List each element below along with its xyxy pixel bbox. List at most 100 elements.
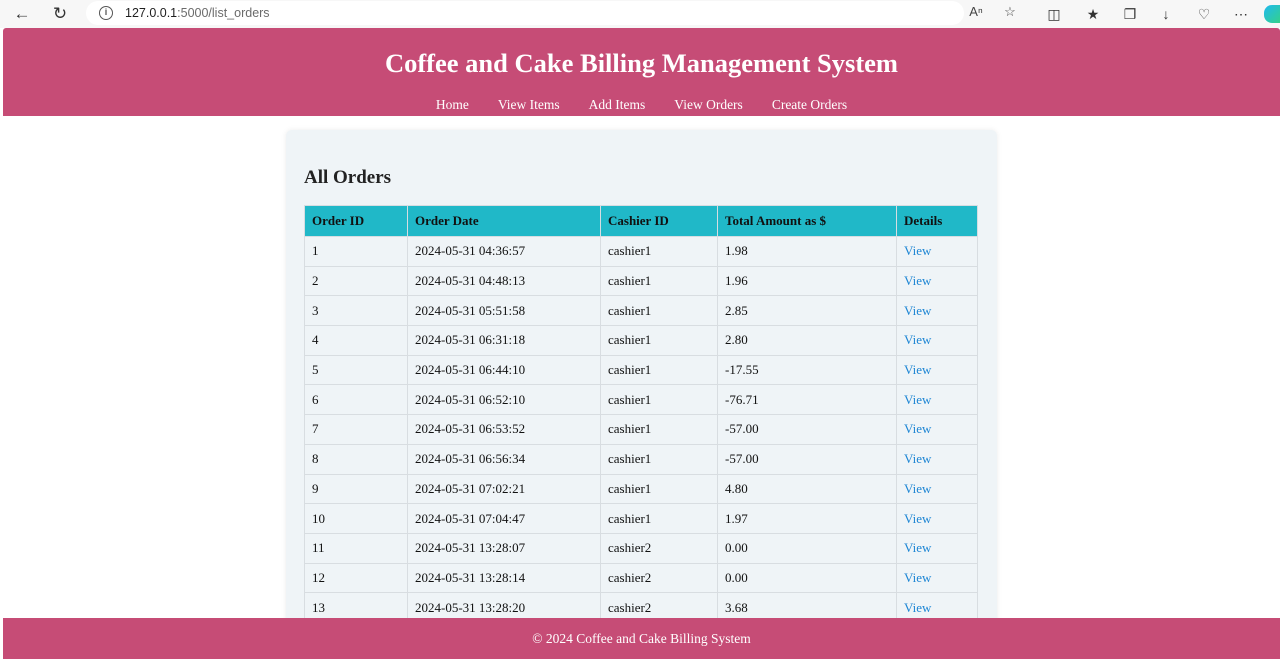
view-details-link[interactable]: View: [896, 532, 978, 564]
order-id-cell: 3: [304, 295, 408, 327]
orders-table: Order ID Order Date Cashier ID Total Amo…: [304, 205, 978, 623]
copilot-icon[interactable]: [1264, 5, 1280, 23]
table-row: 7 2024-05-31 06:53:52 cashier1 -57.00 View: [304, 414, 978, 445]
url-text: 127.0.0.1:5000/list_orders: [125, 6, 270, 20]
download-icon[interactable]: ↓: [1155, 3, 1177, 25]
section-title: All Orders: [304, 167, 392, 188]
address-bar[interactable]: i 127.0.0.1:5000/list_orders: [86, 1, 964, 25]
view-details-link[interactable]: View: [896, 562, 978, 594]
url-host: 127.0.0.1: [125, 6, 178, 20]
order-id-cell: 12: [304, 562, 408, 594]
order-id-cell: 8: [304, 443, 408, 475]
total-amount-cell: 0.00: [717, 562, 897, 594]
order-date-cell: 2024-05-31 06:31:18: [407, 325, 601, 356]
order-id-cell: 4: [304, 325, 408, 356]
order-date-cell: 2024-05-31 06:56:34: [407, 443, 601, 475]
order-id-cell: 7: [304, 414, 408, 445]
split-screen-icon[interactable]: ◫: [1043, 3, 1065, 25]
table-row: 4 2024-05-31 06:31:18 cashier1 2.80 View: [304, 325, 978, 356]
view-details-link[interactable]: View: [896, 384, 978, 416]
order-id-cell: 1: [304, 236, 408, 267]
column-header-order-id: Order ID: [304, 205, 408, 237]
more-menu-icon[interactable]: ⋯: [1230, 3, 1252, 25]
reload-icon[interactable]: ↻: [48, 2, 72, 26]
table-header-row: Order ID Order Date Cashier ID Total Amo…: [304, 205, 978, 237]
view-details-link[interactable]: View: [896, 265, 978, 297]
page-title: Coffee and Cake Billing Management Syste…: [384, 48, 899, 78]
order-id-cell: 10: [304, 503, 408, 534]
total-amount-cell: 1.96: [717, 265, 897, 297]
total-amount-cell: -17.55: [717, 354, 897, 386]
view-details-link[interactable]: View: [896, 236, 978, 267]
browser-toolbar: ← ↻ i 127.0.0.1:5000/list_orders Aⁿ ☆ ◫ …: [0, 0, 1280, 28]
order-date-cell: 2024-05-31 07:04:47: [407, 503, 601, 534]
order-date-cell: 2024-05-31 05:51:58: [407, 295, 601, 327]
browser-essentials-icon[interactable]: ♡: [1193, 3, 1215, 25]
order-id-cell: 11: [304, 532, 408, 564]
order-date-cell: 2024-05-31 04:48:13: [407, 265, 601, 297]
table-row: 3 2024-05-31 05:51:58 cashier1 2.85 View: [304, 295, 978, 327]
cashier-id-cell: cashier1: [600, 503, 718, 534]
total-amount-cell: -57.00: [717, 443, 897, 475]
column-header-cashier-id: Cashier ID: [600, 205, 718, 237]
order-id-cell: 6: [304, 384, 408, 416]
table-row: 11 2024-05-31 13:28:07 cashier2 0.00 View: [304, 532, 978, 564]
cashier-id-cell: cashier1: [600, 295, 718, 327]
site-info-icon[interactable]: i: [99, 6, 113, 20]
order-id-cell: 9: [304, 473, 408, 505]
site-footer: © 2024 Coffee and Cake Billing System: [3, 618, 1280, 659]
footer-text: © 2024 Coffee and Cake Billing System: [532, 631, 751, 646]
view-details-link[interactable]: View: [896, 354, 978, 386]
cashier-id-cell: cashier2: [600, 532, 718, 564]
order-date-cell: 2024-05-31 04:36:57: [407, 236, 601, 267]
order-date-cell: 2024-05-31 06:52:10: [407, 384, 601, 416]
table-row: 10 2024-05-31 07:04:47 cashier1 1.97 View: [304, 503, 978, 534]
cashier-id-cell: cashier1: [600, 384, 718, 416]
total-amount-cell: 4.80: [717, 473, 897, 505]
orders-card: All Orders Order ID Order Date Cashier I…: [286, 130, 997, 650]
nav-add-items[interactable]: Add Items: [589, 97, 646, 113]
column-header-order-date: Order Date: [407, 205, 601, 237]
cashier-id-cell: cashier1: [600, 265, 718, 297]
table-row: 9 2024-05-31 07:02:21 cashier1 4.80 View: [304, 473, 978, 505]
order-date-cell: 2024-05-31 06:53:52: [407, 414, 601, 445]
favorite-star-icon[interactable]: ☆: [1000, 4, 1020, 20]
order-date-cell: 2024-05-31 06:44:10: [407, 354, 601, 386]
table-row: 8 2024-05-31 06:56:34 cashier1 -57.00 View: [304, 443, 978, 475]
table-row: 1 2024-05-31 04:36:57 cashier1 1.98 View: [304, 236, 978, 267]
view-details-link[interactable]: View: [896, 414, 978, 445]
cashier-id-cell: cashier2: [600, 562, 718, 594]
nav-view-orders[interactable]: View Orders: [674, 97, 743, 113]
column-header-details: Details: [896, 205, 978, 237]
order-date-cell: 2024-05-31 07:02:21: [407, 473, 601, 505]
view-details-link[interactable]: View: [896, 473, 978, 505]
back-arrow-icon[interactable]: ←: [10, 2, 34, 26]
order-date-cell: 2024-05-31 13:28:14: [407, 562, 601, 594]
cashier-id-cell: cashier1: [600, 354, 718, 386]
read-aloud-icon[interactable]: Aⁿ: [966, 4, 986, 19]
nav-create-orders[interactable]: Create Orders: [772, 97, 847, 113]
collections-icon[interactable]: ❐: [1119, 3, 1141, 25]
total-amount-cell: 0.00: [717, 532, 897, 564]
site-header: Coffee and Cake Billing Management Syste…: [3, 28, 1280, 116]
order-id-cell: 2: [304, 265, 408, 297]
cashier-id-cell: cashier1: [600, 325, 718, 356]
table-row: 6 2024-05-31 06:52:10 cashier1 -76.71 View: [304, 384, 978, 416]
table-row: 5 2024-05-31 06:44:10 cashier1 -17.55 View: [304, 354, 978, 386]
cashier-id-cell: cashier1: [600, 414, 718, 445]
total-amount-cell: -76.71: [717, 384, 897, 416]
column-header-total-amount: Total Amount as $: [717, 205, 897, 237]
view-details-link[interactable]: View: [896, 295, 978, 327]
view-details-link[interactable]: View: [896, 443, 978, 475]
table-row: 2 2024-05-31 04:48:13 cashier1 1.96 View: [304, 265, 978, 297]
view-details-link[interactable]: View: [896, 325, 978, 356]
view-details-link[interactable]: View: [896, 503, 978, 534]
nav-home[interactable]: Home: [436, 97, 469, 113]
order-id-cell: 5: [304, 354, 408, 386]
cashier-id-cell: cashier1: [600, 443, 718, 475]
nav-view-items[interactable]: View Items: [498, 97, 560, 113]
favorites-icon[interactable]: ★: [1082, 3, 1104, 25]
table-row: 12 2024-05-31 13:28:14 cashier2 0.00 View: [304, 562, 978, 594]
page-frame: Coffee and Cake Billing Management Syste…: [3, 28, 1280, 659]
total-amount-cell: 1.97: [717, 503, 897, 534]
